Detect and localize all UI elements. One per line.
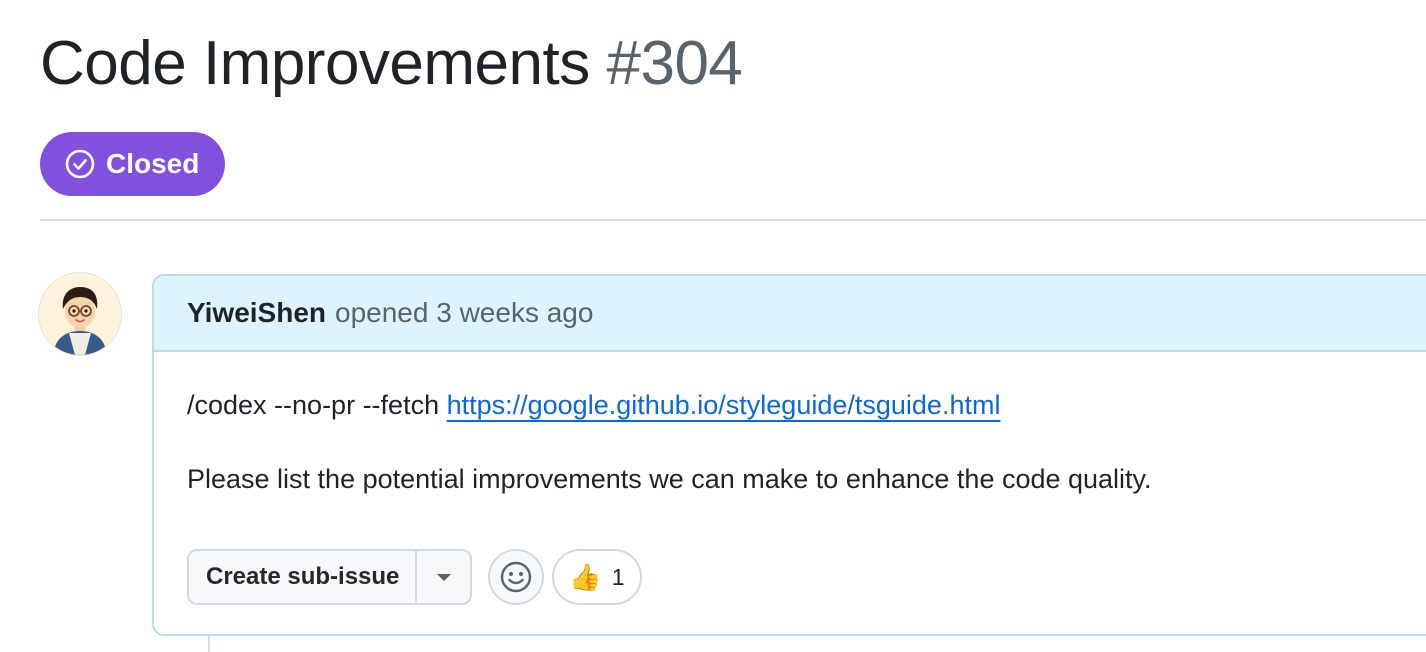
add-reaction-button[interactable] [488, 549, 544, 605]
styleguide-link[interactable]: https://google.github.io/styleguide/tsgu… [447, 390, 1001, 420]
create-sub-issue-button[interactable]: Create sub-issue [189, 551, 415, 603]
comment-header: YiweiShen opened 3 weeks ago [154, 276, 1426, 352]
check-circle-icon [65, 149, 95, 179]
thumbs-up-icon: 👍 [569, 561, 602, 592]
issue-title-text: Code Improvements [40, 29, 590, 98]
comment-author-link[interactable]: YiweiShen [187, 297, 326, 329]
header-divider [40, 219, 1426, 221]
comment-command-line: /codex --no-pr --fetch https://google.gi… [187, 390, 1000, 421]
thumbs-up-reaction[interactable]: 👍 1 [552, 549, 642, 605]
comment-box: YiweiShen opened 3 weeks ago /codex --no… [152, 274, 1426, 636]
triangle-down-icon [436, 574, 451, 581]
issue-number: #304 [606, 29, 743, 98]
comment-body-text: Please list the potential improvements w… [187, 464, 1152, 494]
reaction-count: 1 [611, 563, 625, 590]
issue-title: Code Improvements #304 [40, 28, 743, 100]
avatar[interactable] [39, 273, 121, 355]
status-badge-label: Closed [106, 148, 200, 179]
timeline-line [208, 636, 210, 652]
status-badge: Closed [40, 132, 226, 196]
create-sub-issue-group: Create sub-issue [187, 549, 473, 605]
smiley-icon [500, 561, 532, 593]
command-text: /codex --no-pr --fetch [187, 390, 447, 420]
create-sub-issue-dropdown[interactable] [415, 551, 470, 603]
comment-timestamp[interactable]: opened 3 weeks ago [335, 297, 593, 329]
avatar-image [39, 273, 121, 355]
